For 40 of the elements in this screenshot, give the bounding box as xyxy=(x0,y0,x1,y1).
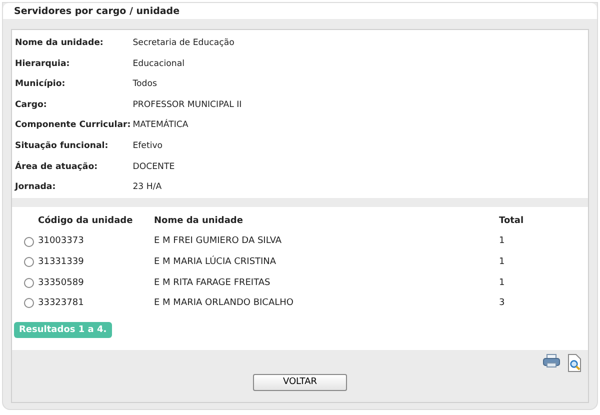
field-value: 23 H/A xyxy=(132,181,163,194)
table-cell-text: E M MARIA ORLANDO BICALHO xyxy=(154,297,294,310)
radio-button[interactable] xyxy=(24,298,34,308)
field-label: Cargo: xyxy=(15,98,48,112)
field-value: PROFESSOR MUNICIPAL II xyxy=(132,98,243,112)
table-cell-text: E M FREI GUMIERO DA SILVA xyxy=(154,235,283,248)
field-label: Jornada: xyxy=(15,181,57,194)
field-value: Todos xyxy=(132,78,158,92)
field-label: Situação funcional: xyxy=(15,140,110,153)
column-header: Total xyxy=(499,214,525,228)
field-label: Hierarquia: xyxy=(15,58,71,71)
field-value: MATEMÁTICA xyxy=(132,118,190,132)
field-label: Área de atuação: xyxy=(15,160,99,174)
field-value: Educacional xyxy=(132,58,186,71)
table-cell-text: 33323781 xyxy=(38,297,85,310)
table-cell-text: E M RITA FARAGE FREITAS xyxy=(154,276,272,290)
panel-title: Servidores por cargo / unidade xyxy=(14,6,180,16)
field-value: DOCENTE xyxy=(132,160,176,174)
radio-button[interactable] xyxy=(24,257,34,268)
document-search-icon[interactable] xyxy=(568,354,582,372)
field-label: Município: xyxy=(15,78,66,92)
back-button[interactable]: VOLTAR xyxy=(253,374,347,391)
table-cell-text: E M MARIA LÚCIA CRISTINA xyxy=(154,254,278,269)
field-label: Nome da unidade: xyxy=(15,37,104,50)
column-header: Nome da unidade xyxy=(154,214,244,228)
table-cell-text: 3 xyxy=(499,297,506,310)
results-badge: Resultados 1 a 4. xyxy=(14,322,112,338)
field-value: Efetivo xyxy=(132,140,164,153)
table-cell-text: 1 xyxy=(499,276,506,290)
field-value: Secretaria de Educação xyxy=(132,37,236,50)
table-cell-text: 33350589 xyxy=(38,276,85,290)
printer-icon[interactable] xyxy=(543,354,560,368)
table-cell-text: 31003373 xyxy=(38,235,85,248)
column-header: Código da unidade xyxy=(38,214,134,228)
table-cell-text: 1 xyxy=(499,235,506,248)
table-cell-text: 1 xyxy=(499,256,506,269)
radio-button[interactable] xyxy=(24,236,34,247)
radio-button[interactable] xyxy=(24,278,34,288)
table-cell-text: 31331339 xyxy=(38,256,85,269)
field-label: Componente Curricular: xyxy=(15,119,131,132)
